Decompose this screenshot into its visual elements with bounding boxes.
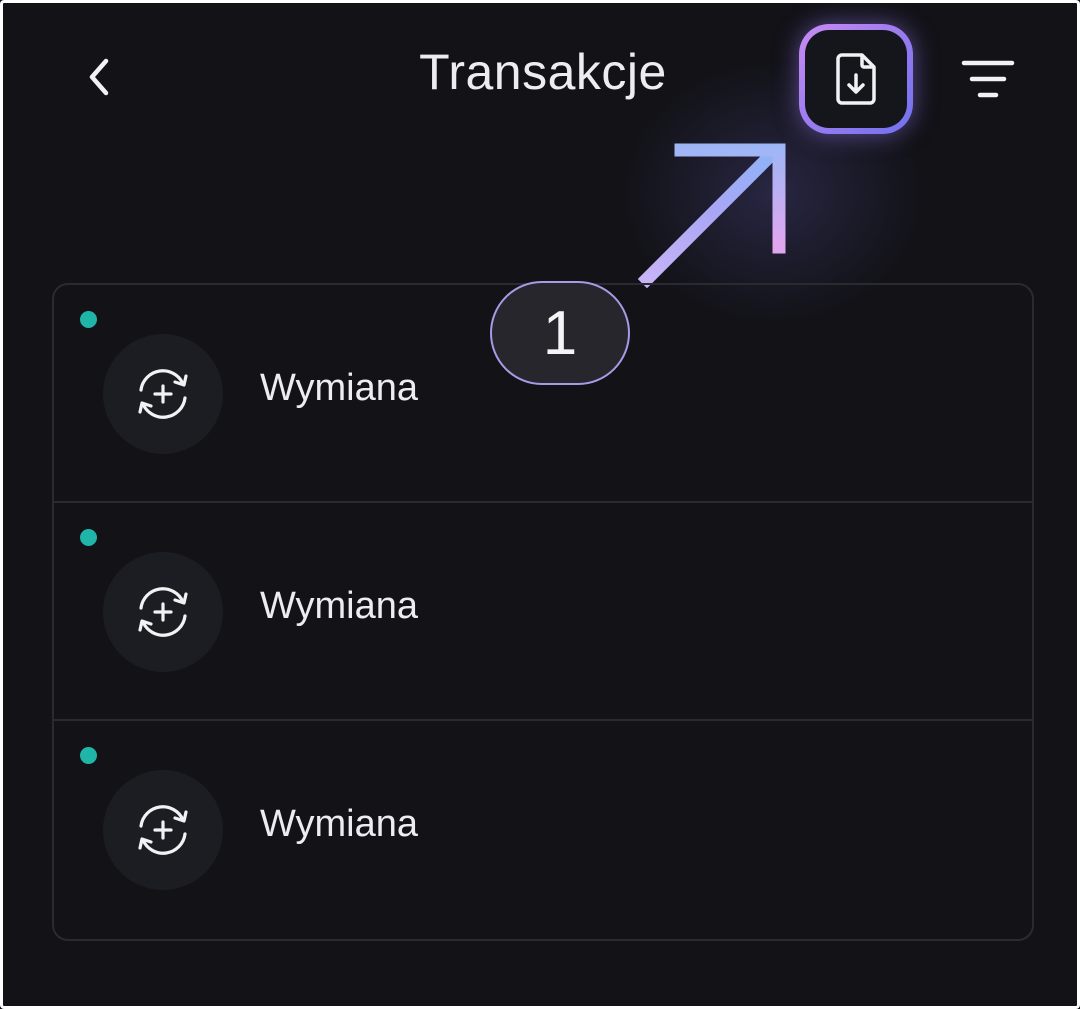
exchange-add-icon bbox=[103, 334, 223, 454]
page-title: Transakcje bbox=[419, 44, 667, 100]
transaction-row[interactable]: Wymiana bbox=[54, 721, 1032, 939]
filter-button[interactable] bbox=[953, 51, 1023, 107]
status-dot bbox=[80, 529, 97, 546]
back-button[interactable] bbox=[69, 47, 129, 107]
transaction-label: Wymiana bbox=[260, 803, 419, 845]
arrow-pointer-icon bbox=[637, 143, 786, 289]
file-download-icon bbox=[836, 53, 876, 105]
status-dot bbox=[80, 311, 97, 328]
transaction-row[interactable]: Wymiana bbox=[54, 503, 1032, 721]
filter-lines-icon bbox=[961, 60, 1015, 98]
export-button[interactable] bbox=[799, 24, 913, 134]
exchange-add-icon bbox=[103, 552, 223, 672]
transaction-label: Wymiana bbox=[260, 585, 419, 627]
transaction-label: Wymiana bbox=[260, 367, 419, 409]
step-badge: 1 bbox=[490, 281, 630, 385]
exchange-add-icon bbox=[103, 770, 223, 890]
chevron-left-icon bbox=[89, 58, 109, 96]
app-screen: Transakcje 1 Wymiana Wymiana Wymiana bbox=[0, 0, 1080, 1009]
status-dot bbox=[80, 747, 97, 764]
